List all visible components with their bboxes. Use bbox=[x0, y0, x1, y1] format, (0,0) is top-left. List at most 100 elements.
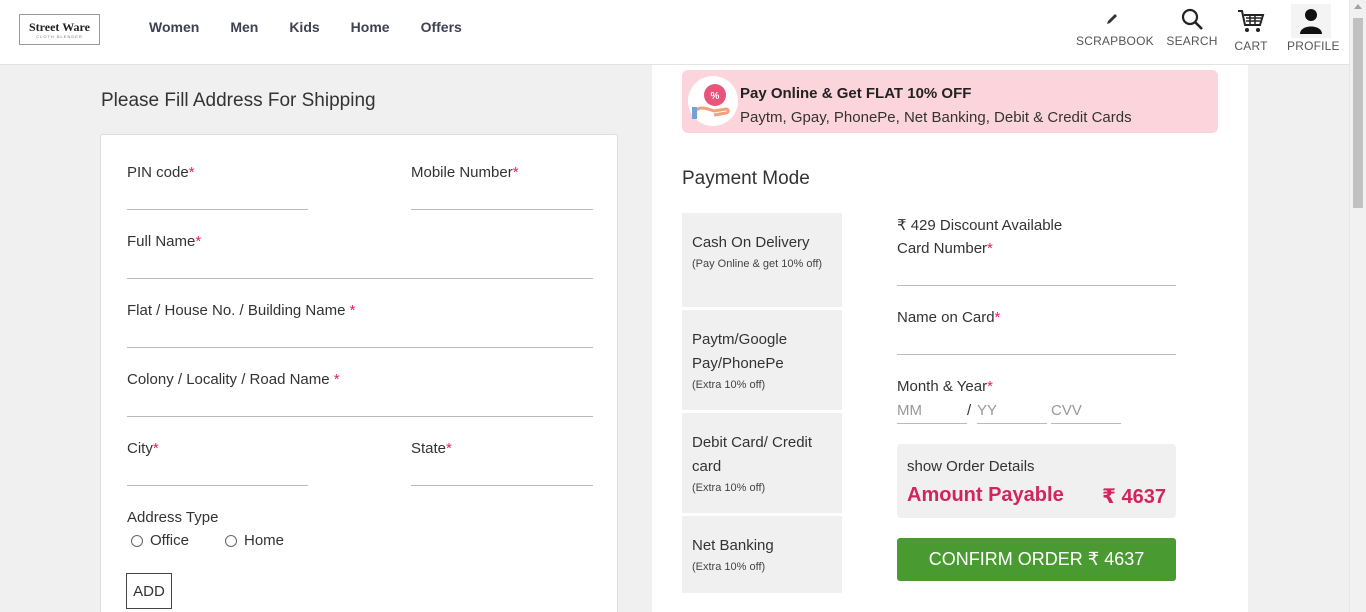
required-mark: * bbox=[195, 233, 202, 250]
state-label: State bbox=[411, 440, 447, 457]
card-number-field[interactable]: Card Number* bbox=[897, 240, 1176, 286]
pin-code-field[interactable]: PIN code* bbox=[127, 163, 308, 210]
profile-label: PROFILE bbox=[1287, 39, 1340, 53]
state-underline bbox=[411, 485, 593, 486]
show-order-details-link[interactable]: show Order Details bbox=[907, 458, 1035, 475]
payment-tab-netbanking[interactable]: Net Banking (Extra 10% off) bbox=[682, 516, 842, 593]
card-number-underline bbox=[897, 285, 1176, 286]
payment-mode-title: Payment Mode bbox=[682, 168, 810, 189]
payment-tab-card[interactable]: Debit Card/ Credit card (Extra 10% off) bbox=[682, 413, 842, 513]
payment-tab-name: Debit Card/ Credit card bbox=[692, 434, 813, 475]
required-mark: * bbox=[987, 240, 993, 257]
scrapbook-label: SCRAPBOOK bbox=[1076, 34, 1154, 48]
payment-tab-name: Net Banking bbox=[692, 537, 774, 554]
payment-tab-note: (Extra 10% off) bbox=[692, 379, 766, 391]
discount-offer-icon: % bbox=[688, 76, 738, 126]
address-type-label: Address Type bbox=[127, 509, 219, 526]
office-label: Office bbox=[150, 532, 189, 549]
office-radio[interactable] bbox=[131, 534, 143, 547]
month-year-label: Month & Year bbox=[897, 378, 988, 395]
name-on-card-field[interactable]: Name on Card* bbox=[897, 309, 1176, 355]
profile-button[interactable]: PROFILE bbox=[1287, 2, 1340, 53]
flat-house-label: Flat / House No. / Building Name bbox=[127, 302, 350, 319]
pin-code-underline bbox=[127, 209, 308, 210]
city-field[interactable]: City* bbox=[127, 439, 308, 486]
promo-banner: % Pay Online & Get FLAT 10% OFF Paytm, G… bbox=[682, 70, 1218, 133]
payment-tab-upi[interactable]: Paytm/Google Pay/PhonePe (Extra 10% off) bbox=[682, 310, 842, 410]
required-mark: * bbox=[152, 440, 159, 457]
logo-name: Street Ware bbox=[29, 20, 90, 34]
full-name-field[interactable]: Full Name* bbox=[127, 232, 593, 279]
order-summary-box: show Order Details Amount Payable ₹ 4637 bbox=[897, 444, 1176, 518]
expiry-separator: / bbox=[967, 402, 972, 419]
cvv-input[interactable]: CVV bbox=[1051, 402, 1121, 424]
mobile-number-underline bbox=[411, 209, 593, 210]
payment-tab-note: (Pay Online & get 10% off) bbox=[692, 258, 823, 270]
required-mark: * bbox=[333, 371, 340, 388]
nav-kids[interactable]: Kids bbox=[289, 18, 319, 36]
cart-button[interactable]: CART bbox=[1230, 2, 1272, 53]
nav-offers[interactable]: Offers bbox=[421, 18, 462, 36]
required-mark: * bbox=[188, 164, 195, 181]
payment-tab-note: (Extra 10% off) bbox=[692, 482, 766, 494]
city-label: City bbox=[127, 440, 153, 457]
nav-home[interactable]: Home bbox=[351, 18, 390, 36]
pin-code-label: PIN code bbox=[127, 164, 189, 181]
nav-men[interactable]: Men bbox=[230, 18, 258, 36]
required-mark: * bbox=[994, 309, 1001, 326]
amount-payable-value: ₹ 4637 bbox=[1102, 486, 1166, 508]
required-mark: * bbox=[512, 164, 519, 181]
full-name-underline bbox=[127, 278, 593, 279]
colony-locality-field[interactable]: Colony / Locality / Road Name * bbox=[127, 370, 593, 417]
brand-logo[interactable]: Street Ware CLOTH BLENDER bbox=[19, 14, 100, 45]
payment-tab-cod[interactable]: Cash On Delivery (Pay Online & get 10% o… bbox=[682, 213, 842, 307]
amount-payable-label: Amount Payable bbox=[907, 484, 1064, 506]
payment-tab-name: Paytm/Google Pay/PhonePe bbox=[692, 331, 788, 372]
discount-available-text: ₹ 429 Discount Available bbox=[897, 217, 1063, 234]
nav-women[interactable]: Women bbox=[149, 18, 199, 36]
name-on-card-label: Name on Card bbox=[897, 309, 995, 326]
required-mark: * bbox=[987, 378, 993, 395]
state-field[interactable]: State* bbox=[411, 439, 593, 486]
page-scrollbar[interactable] bbox=[1349, 0, 1366, 612]
mobile-number-label: Mobile Number bbox=[411, 164, 513, 181]
scrollbar-thumb[interactable] bbox=[1353, 18, 1363, 208]
confirm-order-button[interactable]: CONFIRM ORDER ₹ 4637 bbox=[897, 538, 1176, 581]
pencil-icon bbox=[1076, 4, 1148, 34]
payment-tab-name: Cash On Delivery bbox=[692, 234, 810, 251]
user-icon bbox=[1287, 2, 1335, 39]
month-year-label-row: Month & Year* bbox=[897, 378, 1176, 398]
flat-house-field[interactable]: Flat / House No. / Building Name * bbox=[127, 301, 593, 348]
add-address-button[interactable]: ADD bbox=[126, 573, 172, 609]
logo-tagline: CLOTH BLENDER bbox=[36, 34, 83, 39]
payment-panel: % Pay Online & Get FLAT 10% OFF Paytm, G… bbox=[652, 65, 1248, 612]
mobile-number-field[interactable]: Mobile Number* bbox=[411, 163, 593, 210]
address-type-home[interactable]: Home bbox=[225, 532, 284, 549]
flat-house-underline bbox=[127, 347, 593, 348]
required-mark: * bbox=[349, 302, 356, 319]
main-nav: Women Men Kids Home Offers bbox=[149, 18, 493, 36]
cart-label: CART bbox=[1234, 39, 1268, 53]
address-type-office[interactable]: Office bbox=[131, 532, 189, 549]
expiry-year-input[interactable]: YY bbox=[977, 402, 1047, 424]
promo-title: Pay Online & Get FLAT 10% OFF bbox=[740, 85, 972, 102]
scrapbook-button[interactable]: SCRAPBOOK bbox=[1076, 4, 1154, 48]
cart-icon bbox=[1230, 2, 1272, 39]
svg-text:%: % bbox=[711, 91, 720, 102]
shipping-title: Please Fill Address For Shipping bbox=[101, 90, 376, 111]
scroll-up-arrow-icon[interactable] bbox=[1354, 4, 1362, 9]
colony-locality-label: Colony / Locality / Road Name bbox=[127, 371, 334, 388]
card-number-label: Card Number bbox=[897, 240, 988, 257]
promo-subtitle: Paytm, Gpay, PhonePe, Net Banking, Debit… bbox=[740, 109, 1132, 126]
payment-tab-note: (Extra 10% off) bbox=[692, 561, 766, 573]
required-mark: * bbox=[446, 440, 452, 457]
home-radio[interactable] bbox=[225, 534, 237, 547]
city-underline bbox=[127, 485, 308, 486]
search-icon bbox=[1166, 4, 1218, 34]
search-button[interactable]: SEARCH bbox=[1166, 4, 1218, 48]
home-label: Home bbox=[244, 532, 285, 549]
full-name-label: Full Name bbox=[127, 233, 196, 250]
address-form: PIN code* Mobile Number* Full Name* Flat… bbox=[100, 134, 618, 612]
search-label: SEARCH bbox=[1166, 34, 1218, 48]
expiry-month-input[interactable]: MM bbox=[897, 402, 967, 424]
